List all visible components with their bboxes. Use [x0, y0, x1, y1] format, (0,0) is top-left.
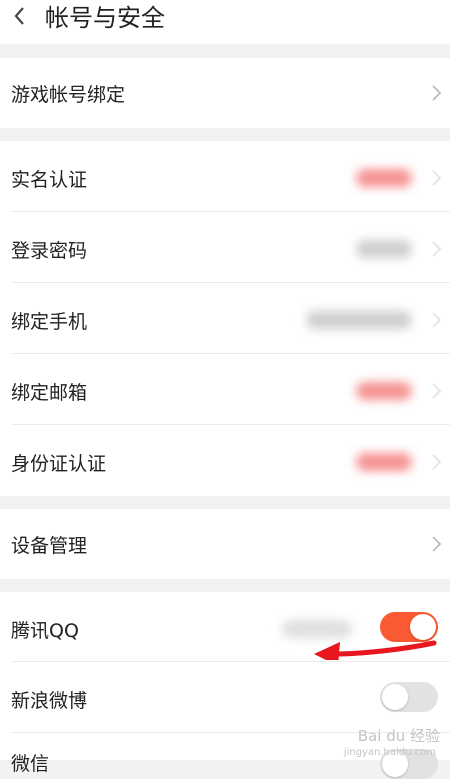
chevron-right-icon [432, 536, 442, 552]
chevron-right-icon [432, 383, 442, 399]
list-item-login-password[interactable]: 登录密码 [0, 212, 450, 283]
watermark-url: jingyan.baidu.com [343, 747, 436, 758]
watermark-logo: Bai du 经验 [357, 727, 440, 745]
page-title: 帐号与安全 [45, 4, 165, 32]
list-item-label: 登录密码 [11, 240, 88, 262]
list-item-bind-email[interactable]: 绑定邮箱 [0, 354, 450, 425]
chevron-right-icon [432, 312, 442, 328]
list-item-game-account-binding[interactable]: 游戏帐号绑定 [0, 58, 450, 128]
list-item-device-management[interactable]: 设备管理 [0, 509, 450, 579]
security-section: 实名认证 登录密码 绑定手机 绑定邮箱 身份证认证 [0, 141, 450, 496]
toggle-knob [382, 684, 408, 710]
list-item-label: 微信 [11, 753, 50, 775]
list-item-label: 绑定邮箱 [11, 382, 88, 404]
list-item-label: 腾讯QQ [11, 620, 79, 642]
list-item-label: 设备管理 [11, 535, 88, 557]
status-value-blurred [356, 240, 412, 258]
header-bar: 帐号与安全 [0, 0, 450, 44]
list-item-label: 游戏帐号绑定 [11, 84, 126, 106]
game-account-section: 游戏帐号绑定 [0, 58, 450, 128]
list-item-real-name[interactable]: 实名认证 [0, 141, 450, 212]
list-item-label: 身份证认证 [11, 453, 107, 475]
list-item-label: 绑定手机 [11, 311, 88, 333]
device-section: 设备管理 [0, 509, 450, 579]
weibo-bind-toggle[interactable] [380, 682, 438, 712]
chevron-right-icon [432, 241, 442, 257]
list-item-label: 新浪微博 [11, 690, 88, 712]
annotation-arrow-icon [314, 640, 437, 660]
chevron-right-icon [432, 454, 442, 470]
list-item-id-card[interactable]: 身份证认证 [0, 425, 450, 496]
list-item-label: 实名认证 [11, 169, 88, 191]
status-value-blurred [306, 311, 412, 329]
chevron-right-icon [432, 170, 442, 186]
list-item-bind-phone[interactable]: 绑定手机 [0, 283, 450, 354]
status-value-blurred [356, 169, 412, 187]
status-value-blurred [356, 382, 412, 400]
status-value-blurred [356, 453, 412, 471]
chevron-right-icon [432, 85, 442, 101]
list-item-sina-weibo: 新浪微博 [0, 662, 450, 733]
back-arrow-icon[interactable] [10, 4, 30, 28]
